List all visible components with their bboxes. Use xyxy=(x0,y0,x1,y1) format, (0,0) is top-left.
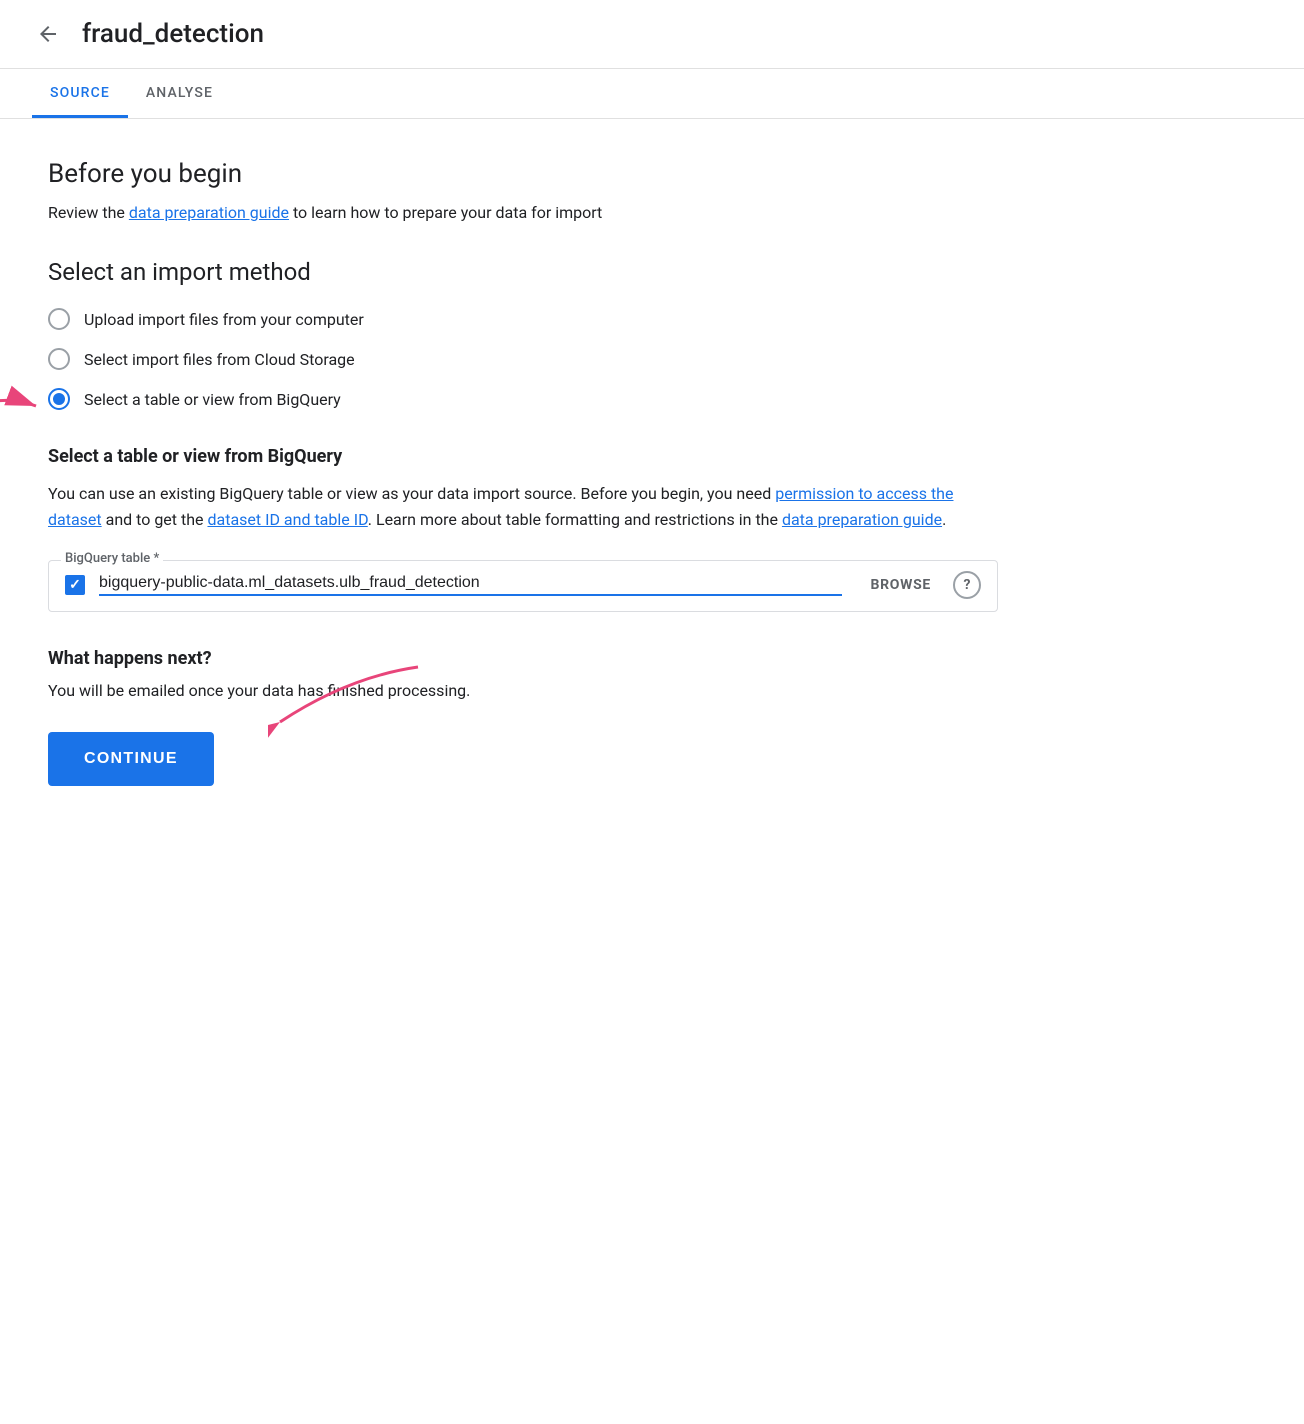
radio-bigquery-label: Select a table or view from BigQuery xyxy=(84,390,341,409)
bq-desc-mid: and to get the xyxy=(102,510,208,529)
bigquery-desc: You can use an existing BigQuery table o… xyxy=(48,481,998,532)
radio-circle-upload xyxy=(48,308,70,330)
continue-arrow-annotation xyxy=(268,657,428,747)
import-method-options: Upload import files from your computer S… xyxy=(48,308,1052,410)
tab-source[interactable]: SOURCE xyxy=(32,69,128,118)
radio-upload-label: Upload import files from your computer xyxy=(84,310,364,329)
radio-bigquery[interactable]: Select a table or view from BigQuery xyxy=(48,388,341,410)
import-method-title: Select an import method xyxy=(48,258,1052,286)
what-next-desc: You will be emailed once your data has f… xyxy=(48,681,1052,700)
radio-cloud-label: Select import files from Cloud Storage xyxy=(84,350,355,369)
data-prep-guide-link[interactable]: data preparation guide xyxy=(129,203,289,222)
data-prep-guide-link2[interactable]: data preparation guide xyxy=(782,510,942,529)
bq-desc-suffix: . xyxy=(942,510,946,529)
what-next-title: What happens next? xyxy=(48,648,1052,669)
page-title: fraud_detection xyxy=(82,19,264,49)
radio-cloud[interactable]: Select import files from Cloud Storage xyxy=(48,348,1052,370)
bigquery-table-input[interactable] xyxy=(99,574,842,596)
before-begin-suffix: to learn how to prepare your data for im… xyxy=(289,203,602,222)
before-begin-prefix: Review the xyxy=(48,203,129,222)
dataset-id-link[interactable]: dataset ID and table ID xyxy=(207,510,367,529)
before-begin-title: Before you begin xyxy=(48,159,1052,189)
radio-circle-bigquery xyxy=(48,388,70,410)
main-content: Before you begin Review the data prepara… xyxy=(0,119,1100,826)
bq-desc-prefix: You can use an existing BigQuery table o… xyxy=(48,484,775,503)
continue-button[interactable]: CONTINUE xyxy=(48,732,214,786)
radio-dot-bigquery xyxy=(53,393,65,405)
bigquery-section-title: Select a table or view from BigQuery xyxy=(48,446,1052,467)
tab-bar: SOURCE ANALYSE xyxy=(0,69,1304,119)
radio-arrow-annotation xyxy=(0,378,48,438)
bigquery-section: Select a table or view from BigQuery You… xyxy=(48,446,1052,612)
bigquery-checkbox: ✓ xyxy=(65,575,85,595)
radio-circle-cloud xyxy=(48,348,70,370)
bq-desc-mid2: . Learn more about table formatting and … xyxy=(368,510,782,529)
tab-analyse[interactable]: ANALYSE xyxy=(128,69,231,118)
help-button[interactable]: ? xyxy=(953,571,981,599)
bigquery-field-label: BigQuery table * xyxy=(61,551,163,566)
checkbox-check-icon: ✓ xyxy=(69,577,81,593)
bigquery-table-field: BigQuery table * ✓ BROWSE ? xyxy=(48,560,998,612)
browse-button[interactable]: BROWSE xyxy=(862,573,939,597)
radio-upload[interactable]: Upload import files from your computer xyxy=(48,308,1052,330)
back-button[interactable] xyxy=(32,18,64,50)
header: fraud_detection xyxy=(0,0,1304,69)
before-begin-desc: Review the data preparation guide to lea… xyxy=(48,203,1052,222)
